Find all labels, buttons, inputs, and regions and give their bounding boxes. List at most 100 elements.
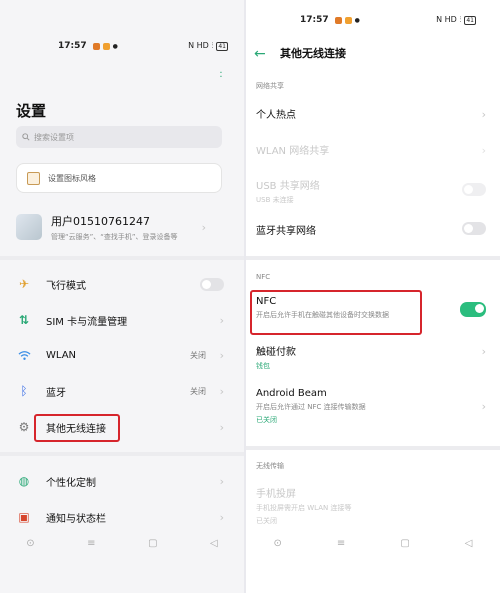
settings-item-label: 蓝牙 <box>46 387 66 399</box>
settings-item-notifications[interactable]: ▣ 通知与状态栏 › <box>16 502 228 532</box>
chevron-right-icon: › <box>481 345 486 358</box>
page-title: 设置 <box>16 102 47 120</box>
menu-icon[interactable]: ≡ <box>337 538 345 552</box>
usb-share-toggle <box>462 183 486 196</box>
bt-share-toggle[interactable] <box>462 222 486 235</box>
assist-icon[interactable]: ⊙ <box>26 538 34 552</box>
wlan-status: 关闭 <box>190 350 206 360</box>
settings-item-label: 通知与状态栏 <box>46 513 106 525</box>
hotspot-item[interactable]: 个人热点 › <box>256 106 486 121</box>
chevron-right-icon: › <box>219 474 224 488</box>
wlan-share-item: WLAN 网络共享 › <box>256 142 486 157</box>
home-icon[interactable]: ▢ <box>400 538 409 552</box>
settings-item-bluetooth[interactable]: ᛒ 蓝牙 关闭 › <box>16 376 228 406</box>
icon-style-icon <box>27 171 40 185</box>
hotspot-title: 个人热点 <box>256 110 296 121</box>
tap-pay-subtitle: 钱包 <box>256 362 270 370</box>
bt-share-title: 蓝牙共享网络 <box>256 226 316 237</box>
chevron-right-icon: › <box>219 313 224 327</box>
page-title: 其他无线连接 <box>280 47 346 60</box>
section-header-wireless: 无线传输 <box>256 462 284 470</box>
search-icon <box>22 133 30 141</box>
wlan-share-title: WLAN 网络共享 <box>256 146 330 157</box>
bt-share-item[interactable]: 蓝牙共享网络 <box>256 222 486 237</box>
settings-item-label: 个性化定制 <box>46 477 96 489</box>
signal-icons: N HD ⫶ <box>436 15 462 24</box>
avatar <box>16 214 42 240</box>
section-header-share: 网络共享 <box>256 82 284 90</box>
screen-mirror-subtitle: 手机投屏需开启 WLAN 连接等 <box>256 504 352 512</box>
bluetooth-icon: ᛒ <box>20 384 28 398</box>
screen-mirror-title: 手机投屏 <box>256 489 296 500</box>
back-icon[interactable]: ◁ <box>465 538 473 552</box>
back-arrow-icon[interactable]: ← <box>254 46 266 62</box>
section-divider <box>246 446 500 450</box>
chevron-right-icon: › <box>219 384 224 398</box>
wifi-icon <box>16 347 32 363</box>
nfc-toggle[interactable] <box>460 302 486 317</box>
home-icon[interactable]: ▢ <box>148 538 157 552</box>
battery-icon: 41 <box>216 41 228 51</box>
sim-icon: ⇅ <box>18 313 30 327</box>
bluetooth-status: 关闭 <box>190 386 206 396</box>
dot-icon: ● <box>354 16 360 24</box>
account-subtitle: 管理“云服务”、“查找手机”、登录设备等 <box>51 232 178 241</box>
chevron-right-icon: › <box>481 108 486 121</box>
settings-item-airplane[interactable]: ✈ 飞行模式 <box>16 269 228 299</box>
chevron-right-icon: › <box>219 420 224 434</box>
android-beam-subtitle: 开启后允许通过 NFC 连接传输数据 <box>256 403 366 411</box>
settings-item-label: SIM 卡与流量管理 <box>46 316 128 328</box>
usb-share-title: USB 共享网络 <box>256 181 320 192</box>
status-bar: 17:57 ● N HD ⫶ 41 <box>300 12 476 28</box>
search-input[interactable]: 搜索设置项 <box>16 126 222 148</box>
usb-share-subtitle: USB 未连接 <box>256 196 294 204</box>
account-row[interactable]: 用户01510761247 管理“云服务”、“查找手机”、登录设备等 › <box>16 210 226 244</box>
screen-mirror-item: 手机投屏 手机投屏需开启 WLAN 连接等 已关闭 <box>256 485 486 526</box>
other-wireless-screen: 17:57 ● N HD ⫶ 41 ← 其他无线连接 网络共享 个人热点 › W… <box>246 0 500 593</box>
back-icon[interactable]: ◁ <box>210 538 218 552</box>
android-beam-item[interactable]: Android Beam 开启后允许通过 NFC 连接传输数据 已关闭 › <box>256 388 486 425</box>
chevron-right-icon: › <box>481 144 486 157</box>
dot-icon: ● <box>112 42 118 50</box>
connection-icon: ⚙ <box>18 420 30 434</box>
settings-item-personalize[interactable]: ◍ 个性化定制 › <box>16 466 228 496</box>
settings-item-label: 飞行模式 <box>46 280 86 292</box>
status-time: 17:57 <box>300 15 329 25</box>
highlight-box <box>250 290 422 335</box>
signal-icons: N HD ⫶ <box>188 41 214 50</box>
screen-mirror-status: 已关闭 <box>256 517 277 525</box>
chevron-right-icon: › <box>481 400 486 413</box>
settings-item-sim[interactable]: ⇅ SIM 卡与流量管理 › <box>16 305 228 335</box>
status-bar: 17:57 ● N HD ⫶ 41 <box>58 38 228 54</box>
tap-pay-title: 触碰付款 <box>256 347 296 358</box>
app-icon <box>344 16 352 24</box>
android-beam-status: 已关闭 <box>256 416 277 424</box>
section-divider <box>246 256 500 260</box>
airplane-toggle[interactable] <box>200 277 224 291</box>
battery-icon: 41 <box>464 15 476 25</box>
icon-style-label: 设置图标风格 <box>48 173 96 183</box>
usb-share-item: USB 共享网络 USB 未连接 <box>256 177 486 205</box>
notification-icon: ▣ <box>18 510 30 524</box>
settings-screen: 17:57 ● N HD ⫶ 41 · · 设置 搜索设置项 设置图标风格 用户0… <box>0 0 244 593</box>
notification-icon <box>334 16 342 24</box>
chevron-right-icon: › <box>219 348 224 362</box>
settings-item-wlan[interactable]: WLAN 关闭 › <box>16 340 228 370</box>
icon-style-card[interactable]: 设置图标风格 <box>16 163 222 193</box>
app-icon <box>102 42 110 50</box>
menu-icon[interactable]: ≡ <box>87 538 95 552</box>
assist-icon[interactable]: ⊙ <box>274 538 282 552</box>
tap-pay-item[interactable]: 触碰付款 钱包 › <box>256 343 486 371</box>
notification-icon <box>92 42 100 50</box>
airplane-icon: ✈ <box>18 277 30 291</box>
navigation-bar: ⊙ ≡ ▢ ◁ <box>246 538 500 552</box>
navigation-bar: ⊙ ≡ ▢ ◁ <box>0 538 244 552</box>
more-options-icon[interactable]: · · <box>218 69 224 83</box>
status-time: 17:57 <box>58 41 87 51</box>
account-name: 用户01510761247 <box>51 214 150 228</box>
search-placeholder: 搜索设置项 <box>34 132 74 142</box>
settings-item-label: WLAN <box>46 349 77 361</box>
chevron-right-icon: › <box>201 220 206 234</box>
section-divider <box>0 452 244 456</box>
section-divider <box>0 256 244 260</box>
